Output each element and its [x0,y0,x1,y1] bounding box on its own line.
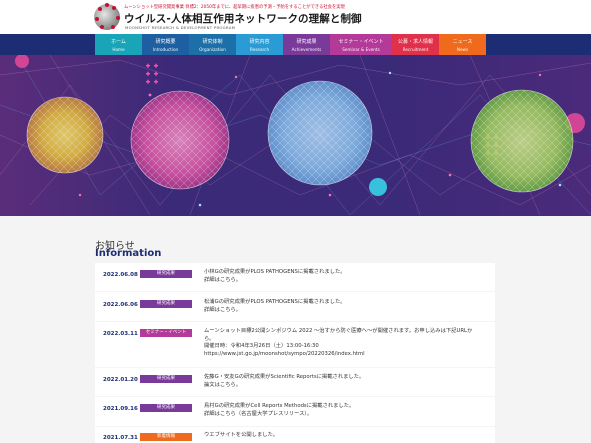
news-body: 松浦Gの研究成果がPLOS PATHOGENSに掲載されました。 詳細はこちら。 [204,299,489,314]
news-line[interactable]: 論文はこちら。 [204,382,489,390]
hero-banner [0,55,591,216]
nav-achievements[interactable]: 研究成果 Achievements [283,34,330,55]
news-item[interactable]: 2022.03.11 セミナー・イベント ムーンショット目標2公開シンポジウム … [95,322,495,367]
news-date: 2022.06.06 [103,302,138,308]
news-line[interactable]: ウエブサイトを公開しました。 [204,432,489,440]
news-date: 2022.01.20 [103,377,138,383]
news-item[interactable]: 2021.07.31 新着情報 ウエブサイトを公開しました。 [95,427,495,443]
section-title-en: Information [95,248,162,259]
news-item[interactable]: 2021.09.16 研究成果 鳥村Gの研究成果がCell Reports Me… [95,397,495,426]
news-line[interactable]: 松浦Gの研究成果がPLOS PATHOGENSに掲載されました。 [204,299,489,307]
nav-organization-label: 研究体制 [202,39,223,45]
nav-recruitment-label: 公募・求人情報 [397,39,433,45]
news-item[interactable]: 2022.06.08 研究成果 小林Gの研究成果がPLOS PATHOGENSに… [95,263,495,291]
network-spheres-illustration [0,55,591,216]
category-badge[interactable]: 研究成果 [140,375,192,383]
news-line[interactable]: 鳥村Gの研究成果がCell Reports Methodsに掲載されました。 [204,403,489,411]
nav-introduction-sublabel: Introduction [152,47,179,52]
site-header: ムーンショット型研究開発事業 目標2：2050年までに、超早期に疾患の予測・予防… [0,0,591,34]
nav-achievements-label: 研究成果 [296,39,317,45]
news-date: 2021.09.16 [103,406,138,412]
nav-news-label: ニュース [452,39,473,45]
nav-achievements-sublabel: Achievements [291,47,322,52]
news-line[interactable]: 佐藤G・安友Gの研究成果がScientific Reportsに掲載されました。 [204,374,489,382]
nav-home[interactable]: ホーム Home [95,34,142,55]
site-title[interactable]: ウイルス-人体相互作用ネットワークの理解と制御 [124,11,362,26]
news-body: 小林Gの研究成果がPLOS PATHOGENSに掲載されました。 詳細はこちら。 [204,269,489,284]
news-body: 鳥村Gの研究成果がCell Reports Methodsに掲載されました。 詳… [204,403,489,418]
nav-recruitment-sublabel: Recruitment [402,47,429,52]
news-line[interactable]: 詳細はこちら。 [204,277,489,285]
news-date: 2022.03.11 [103,331,138,337]
news-line: ムーンショット目標2公開シンポジウム 2022 ～治すから防ぐ医療へ～が開催され… [204,328,473,334]
news-item[interactable]: 2022.01.20 研究成果 佐藤G・安友Gの研究成果がScientific … [95,368,495,396]
nav-organization[interactable]: 研究体制 Organization [189,34,236,55]
nav-news[interactable]: ニュース News [439,34,486,55]
nav-home-label: ホーム [111,39,126,45]
news-body: ムーンショット目標2公開シンポジウム 2022 ～治すから防ぐ医療へ～が開催され… [204,328,489,358]
nav-research-label: 研究内容 [249,39,270,45]
news-line[interactable]: https://www.jst.go.jp/moonshot/sympo/202… [204,351,489,359]
nav-research-sublabel: Research [249,47,270,52]
news-date: 2022.06.08 [103,272,138,278]
news-body: ウエブサイトを公開しました。 [204,432,489,440]
category-badge[interactable]: 研究成果 [140,270,192,278]
nav-home-sublabel: Home [112,47,125,52]
news-line: ら。 [204,335,215,342]
news-line[interactable]: 小林Gの研究成果がPLOS PATHOGENSに掲載されました。 [204,269,489,277]
nav-introduction[interactable]: 研究概要 Introduction [142,34,189,55]
nav-organization-sublabel: Organization [199,47,226,52]
news-line: 開催日時：令和4年3月26日（土）13:00-16:30 [204,343,319,349]
virus-logo-icon[interactable] [94,3,120,30]
news-line[interactable]: 詳細はこちら。 [204,307,489,315]
category-badge[interactable]: 研究成果 [140,300,192,308]
main-content: お知らせ Information 2022.06.08 研究成果 小林Gの研究成… [0,216,591,443]
nav-introduction-label: 研究概要 [155,39,176,45]
nav-recruitment[interactable]: 公募・求人情報 Recruitment [392,34,439,55]
news-body: 佐藤G・安友Gの研究成果がScientific Reportsに掲載されました。… [204,374,489,389]
program-tagline: ムーンショット型研究開発事業 目標2：2050年までに、超早期に疾患の予測・予防… [124,5,345,10]
nav-seminar-events-sublabel: Seminar & Events [342,47,380,52]
news-line[interactable]: 詳細はこちら（名古屋大学プレスリリース）。 [204,411,489,419]
main-nav: ホーム Home 研究概要 Introduction 研究体制 Organiza… [0,34,591,55]
news-item[interactable]: 2022.06.06 研究成果 松浦Gの研究成果がPLOS PATHOGENSに… [95,292,495,321]
nav-research[interactable]: 研究内容 Research [236,34,283,55]
site-subtitle: MOONSHOT RESEARCH & DEVELOPMENT PROGRAM [125,25,236,30]
news-date: 2021.07.31 [103,435,138,441]
category-badge[interactable]: セミナー・イベント [140,329,192,337]
nav-seminar-events-label: セミナー・イベント [338,39,384,45]
nav-news-sublabel: News [456,47,469,52]
category-badge[interactable]: 新着情報 [140,433,192,441]
category-badge[interactable]: 研究成果 [140,404,192,412]
nav-seminar-events[interactable]: セミナー・イベント Seminar & Events [330,34,392,55]
